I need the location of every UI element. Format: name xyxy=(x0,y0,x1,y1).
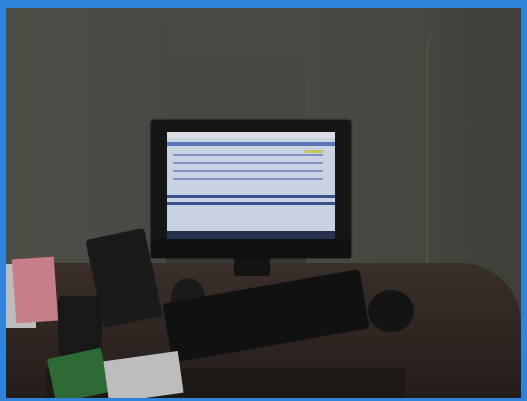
screen-row xyxy=(173,170,323,172)
monitor-stand xyxy=(234,258,270,276)
screen-stripe xyxy=(167,195,335,198)
screen-row xyxy=(173,162,323,164)
screen-row xyxy=(173,154,323,156)
screen-taskbar xyxy=(167,231,335,239)
monitor-screen xyxy=(167,132,335,239)
office-desk-photo xyxy=(6,8,521,398)
screen-menu-bar xyxy=(167,142,335,146)
photo-frame xyxy=(0,0,527,401)
screen-highlight xyxy=(305,150,323,153)
monitor xyxy=(151,120,351,258)
monitor-bezel xyxy=(151,239,351,258)
screen-stripe xyxy=(167,202,335,205)
mouse xyxy=(368,290,414,332)
screen-top-bar xyxy=(167,132,335,138)
screen-row xyxy=(173,178,323,180)
pink-paper xyxy=(11,256,59,324)
stamp xyxy=(58,296,102,356)
